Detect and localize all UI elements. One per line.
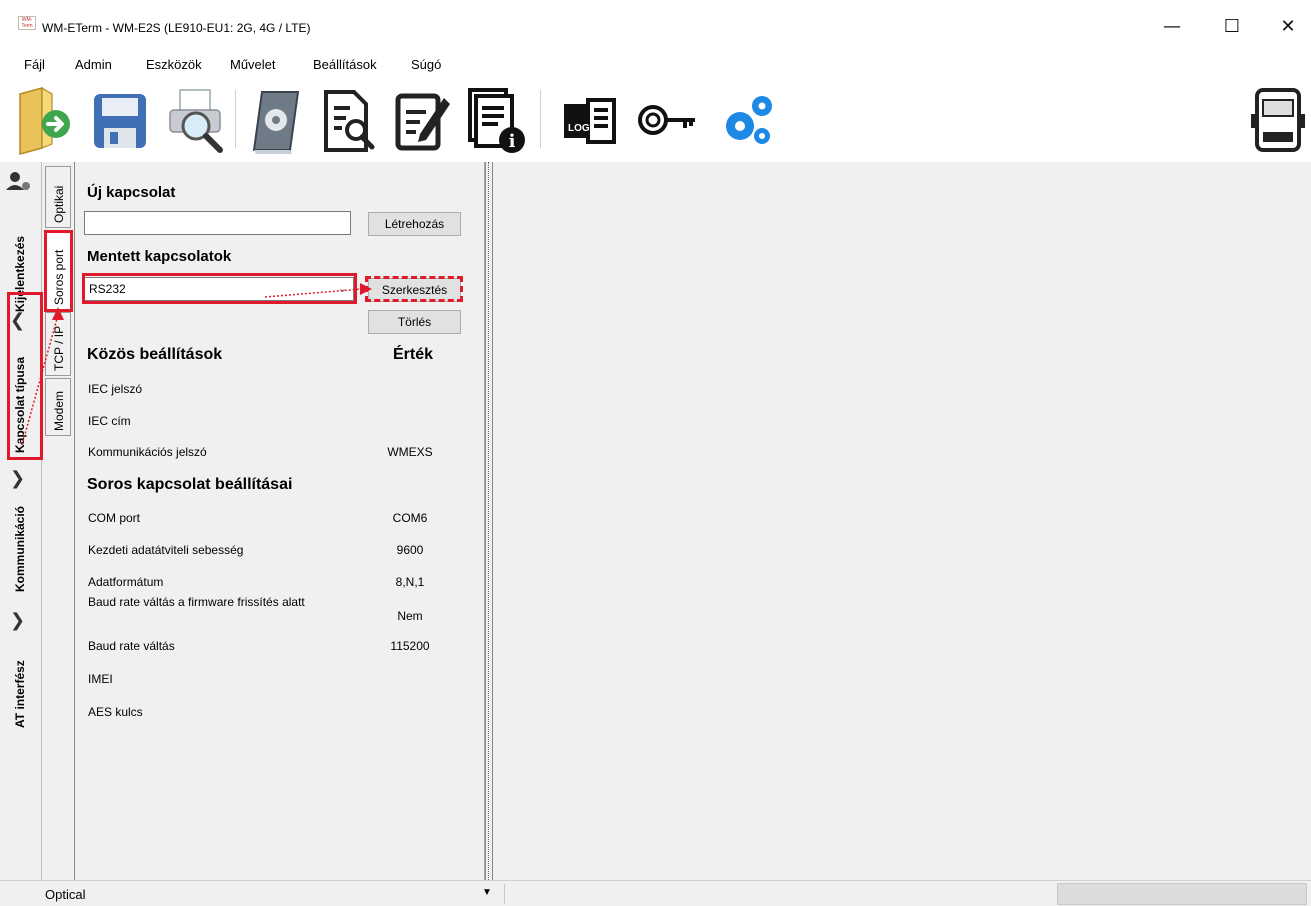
tab-tcpip[interactable]: TCP / IP (45, 312, 71, 376)
setting-value[interactable]: COM6 (365, 511, 455, 525)
read-document-icon[interactable] (316, 84, 378, 156)
setting-label: COM port (88, 511, 141, 525)
user-icon (6, 170, 32, 195)
status-bar: Optical ▼ (0, 880, 1311, 906)
open-folder-icon[interactable] (12, 84, 74, 156)
setting-label: IEC jelszó (88, 382, 143, 396)
menu-bar: Fájl Admin Eszközök Művelet Beállítások … (0, 48, 1311, 78)
status-dropdown-arrow-icon[interactable]: ▼ (482, 887, 492, 898)
key-icon[interactable] (635, 84, 697, 156)
setting-label: Baud rate váltás a firmware frissítés al… (88, 595, 305, 609)
setting-value[interactable]: 8,N,1 (365, 575, 455, 589)
highlight-saved-connection-select (82, 273, 357, 304)
log-label: LOG (568, 123, 590, 134)
main-content-area (493, 162, 1311, 880)
connection-settings-panel: Új kapcsolat Létrehozás Mentett kapcsola… (75, 162, 485, 880)
edit-document-icon[interactable] (390, 84, 452, 156)
menu-admin[interactable]: Admin (75, 57, 112, 72)
menu-help[interactable]: Súgó (411, 57, 441, 72)
parameters-book-icon[interactable] (244, 84, 306, 156)
create-button[interactable]: Létrehozás (368, 212, 461, 236)
menu-settings[interactable]: Beállítások (313, 57, 377, 72)
setting-value[interactable]: WMEXS (365, 445, 455, 459)
splitter-grip (488, 162, 490, 880)
setting-label: Kezdeti adatátviteli sebesség (88, 543, 244, 557)
maximize-button[interactable]: ☐ (1209, 14, 1255, 40)
document-info-icon[interactable]: i (466, 84, 528, 156)
tab-optical[interactable]: Optikai (45, 166, 71, 228)
connection-status-text[interactable]: Optical (45, 887, 85, 902)
menu-tools[interactable]: Eszközök (146, 57, 202, 72)
common-settings-title: Közös beállítások (87, 346, 223, 363)
setting-label: Kommunikációs jelszó (88, 445, 207, 459)
saved-connections-title: Mentett kapcsolatok (87, 248, 232, 265)
print-preview-icon[interactable] (164, 84, 226, 156)
menu-file[interactable]: Fájl (24, 57, 45, 72)
panel-splitter[interactable] (485, 162, 493, 880)
highlight-serial-port-tab (44, 230, 73, 312)
log-icon[interactable]: LOG (560, 84, 622, 156)
status-progress-box (1057, 883, 1307, 905)
chevron-right-icon[interactable]: ❯ (10, 610, 25, 631)
chevron-right-icon[interactable]: ❯ (10, 468, 25, 489)
setting-value[interactable]: 115200 (365, 639, 455, 653)
app-icon: WM-Term (18, 16, 36, 30)
setting-value[interactable]: 9600 (365, 543, 455, 557)
highlight-edit-button (365, 276, 463, 302)
side-tab-strip: Kijelentkezés ❮ Kapcsolat típusa ❯ Kommu… (0, 162, 42, 880)
window-title: WM-ETerm - WM-E2S (LE910-EU1: 2G, 4G / L… (42, 21, 311, 35)
value-column-header: Érték (393, 346, 434, 363)
toolbar-separator (235, 90, 236, 148)
setting-label: Baud rate váltás (88, 639, 175, 653)
svg-text:i: i (509, 131, 516, 152)
status-divider (504, 884, 505, 904)
setting-label: IMEI (88, 672, 113, 686)
meter-icon[interactable] (1247, 84, 1309, 156)
highlight-connection-type-tab (7, 292, 43, 460)
title-bar: WM-Term WM-ETerm - WM-E2S (LE910-EU1: 2G… (0, 0, 1311, 48)
delete-button[interactable]: Törlés (368, 310, 461, 334)
serial-settings-title: Soros kapcsolat beállításai (87, 476, 293, 493)
toolbar: i LOG (0, 78, 1311, 162)
setting-value[interactable]: Nem (365, 609, 455, 623)
toolbar-separator (540, 90, 541, 148)
tab-modem[interactable]: Modem (45, 378, 71, 436)
minimize-button[interactable]: — (1149, 14, 1195, 40)
menu-operation[interactable]: Művelet (230, 57, 276, 72)
setting-label: AES kulcs (88, 705, 143, 719)
setting-label: IEC cím (88, 414, 131, 428)
save-icon[interactable] (88, 84, 150, 156)
gears-icon[interactable] (718, 84, 780, 156)
setting-label: Adatformátum (88, 575, 164, 589)
new-connection-input[interactable] (84, 211, 351, 235)
close-button[interactable]: ✕ (1265, 14, 1311, 40)
new-connection-title: Új kapcsolat (87, 184, 176, 201)
